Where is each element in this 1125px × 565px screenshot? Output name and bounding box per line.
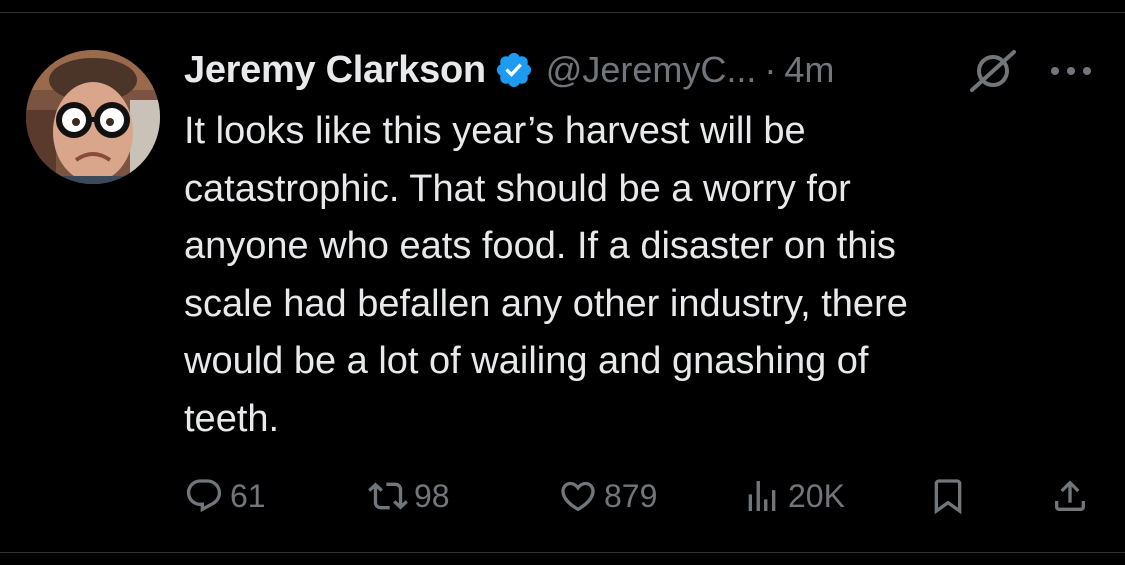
repost-icon	[368, 482, 408, 510]
bookmark-icon	[934, 479, 962, 515]
bookmark-button[interactable]	[928, 470, 968, 522]
tweet-text: It looks like this year’s harvest will b…	[184, 110, 908, 440]
views-button[interactable]: 20K	[742, 470, 845, 522]
share-icon	[1055, 480, 1085, 511]
repost-count: 98	[414, 477, 450, 514]
display-name[interactable]: Jeremy Clarkson	[184, 49, 486, 92]
timestamp[interactable]: 4m	[784, 49, 834, 91]
author-handle[interactable]: @JeremyC...	[546, 49, 757, 91]
action-bar: 61 98 879 20K	[184, 470, 1094, 522]
grok-icon[interactable]	[968, 48, 1018, 94]
avatar-image	[26, 50, 160, 184]
like-button[interactable]: 879	[558, 470, 657, 522]
more-icon[interactable]	[1048, 62, 1094, 80]
verified-badge-icon[interactable]	[494, 50, 534, 90]
reply-icon	[186, 479, 222, 513]
separator-dot: ·	[764, 49, 777, 90]
heart-icon	[561, 481, 595, 512]
share-button[interactable]	[1050, 470, 1090, 522]
views-count: 20K	[788, 477, 845, 514]
tweet-header: Jeremy Clarkson @JeremyC... · 4m	[184, 44, 834, 96]
reply-count: 61	[230, 477, 266, 514]
repost-button[interactable]: 98	[368, 470, 450, 522]
like-count: 879	[604, 477, 658, 514]
top-divider	[0, 12, 1125, 13]
reply-button[interactable]: 61	[184, 470, 266, 522]
avatar[interactable]	[26, 50, 160, 184]
bottom-divider	[0, 552, 1125, 553]
views-icon	[748, 481, 776, 511]
